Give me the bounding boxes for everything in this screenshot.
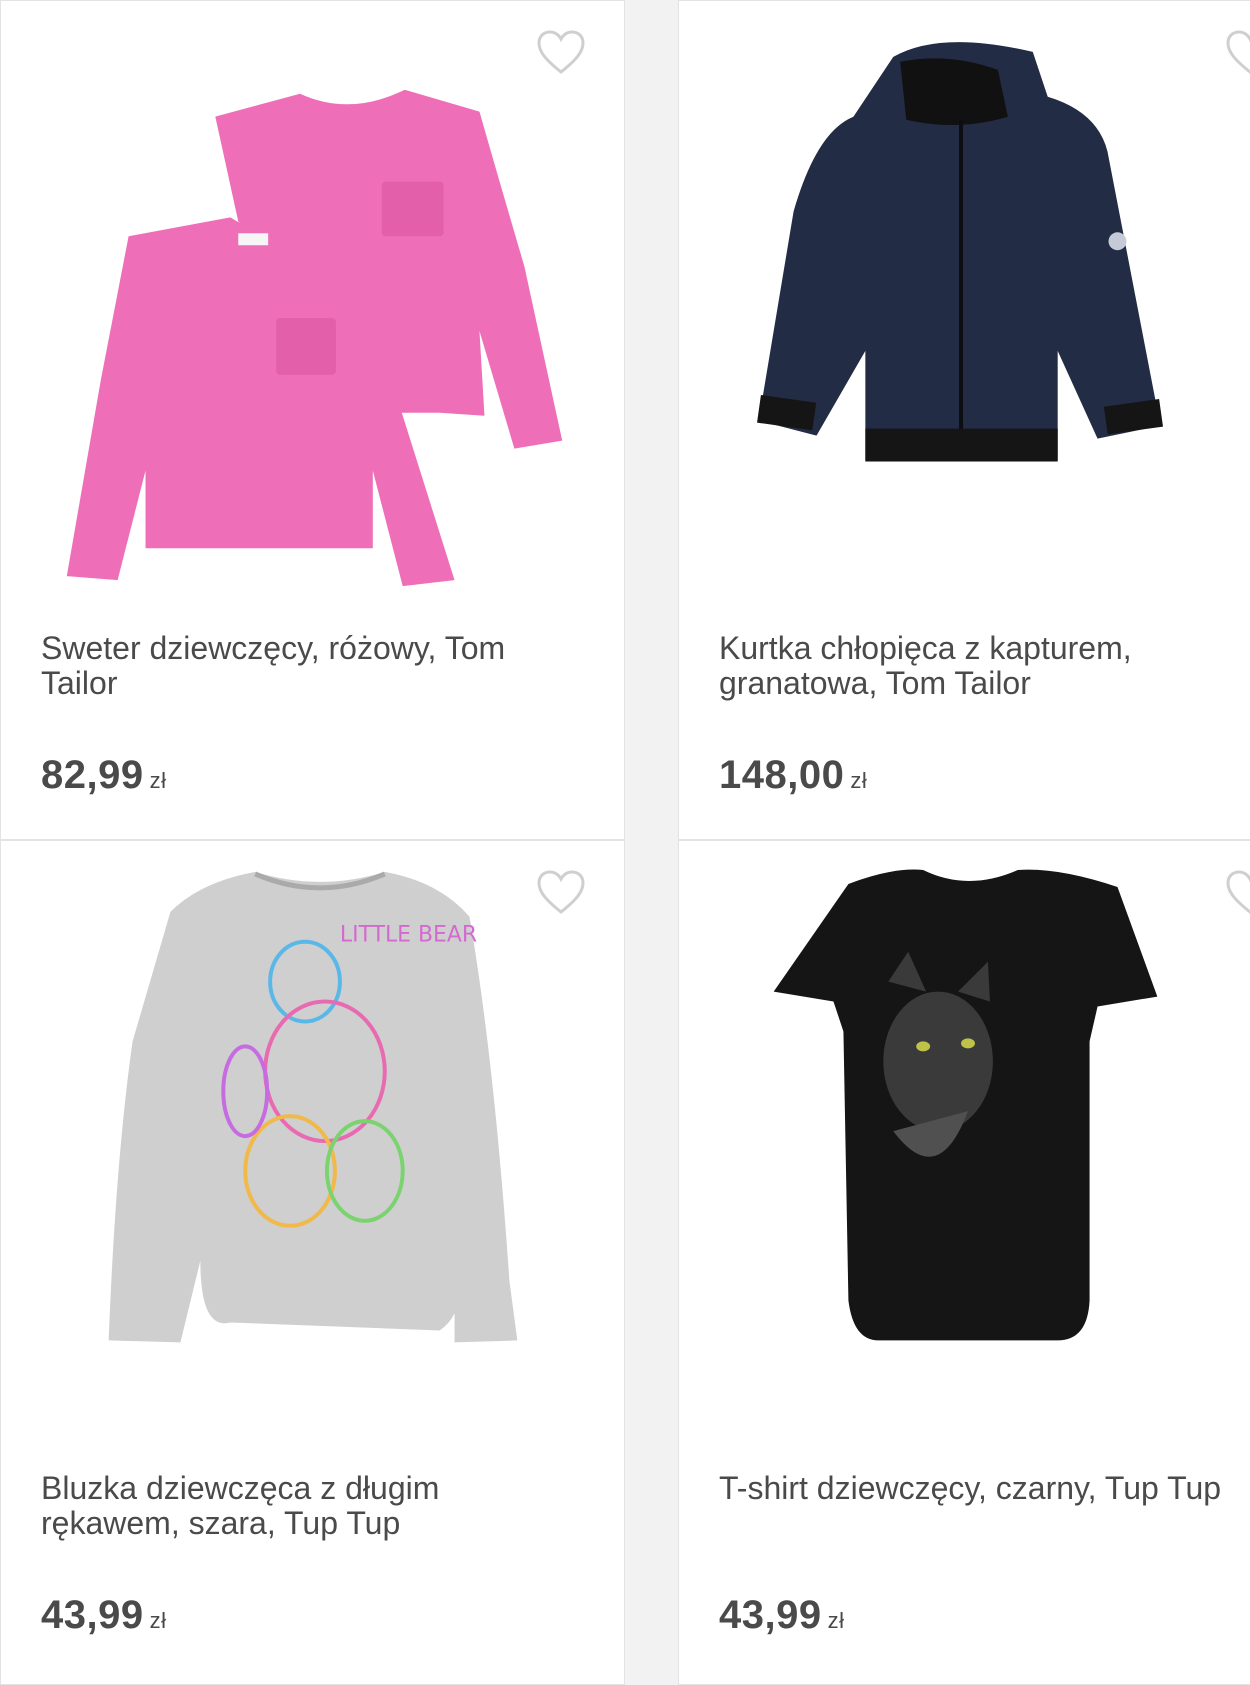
product-title[interactable]: Sweter dziewczęcy, różowy, Tom Tailor [41,631,581,701]
product-price: 43,99 zł [41,1593,167,1637]
product-card[interactable]: Sweter dziewczęcy, różowy, Tom Tailor 82… [0,0,625,840]
pink-sweater-image[interactable] [1,21,624,621]
product-price: 148,00 zł [719,753,868,797]
black-tshirt-image[interactable] [679,861,1250,1461]
product-card[interactable]: LITTLE BEAR Bluzka dziewczęca z długim r… [0,840,625,1685]
product-price: 82,99 zł [41,753,167,797]
grey-longsleeve-image[interactable]: LITTLE BEAR [1,861,624,1461]
product-card[interactable]: Kurtka chłopięca z kapturem, granatowa, … [678,0,1250,840]
product-title[interactable]: Bluzka dziewczęca z długim rękawem, szar… [41,1471,581,1541]
svg-text:LITTLE BEAR: LITTLE BEAR [340,923,477,948]
product-card[interactable]: T-shirt dziewczęcy, czarny, Tup Tup 43,9… [678,840,1250,1685]
product-title[interactable]: T-shirt dziewczęcy, czarny, Tup Tup [719,1471,1250,1506]
product-price: 43,99 zł [719,1593,845,1637]
product-title[interactable]: Kurtka chłopięca z kapturem, granatowa, … [719,631,1250,701]
navy-jacket-image[interactable] [679,21,1250,621]
